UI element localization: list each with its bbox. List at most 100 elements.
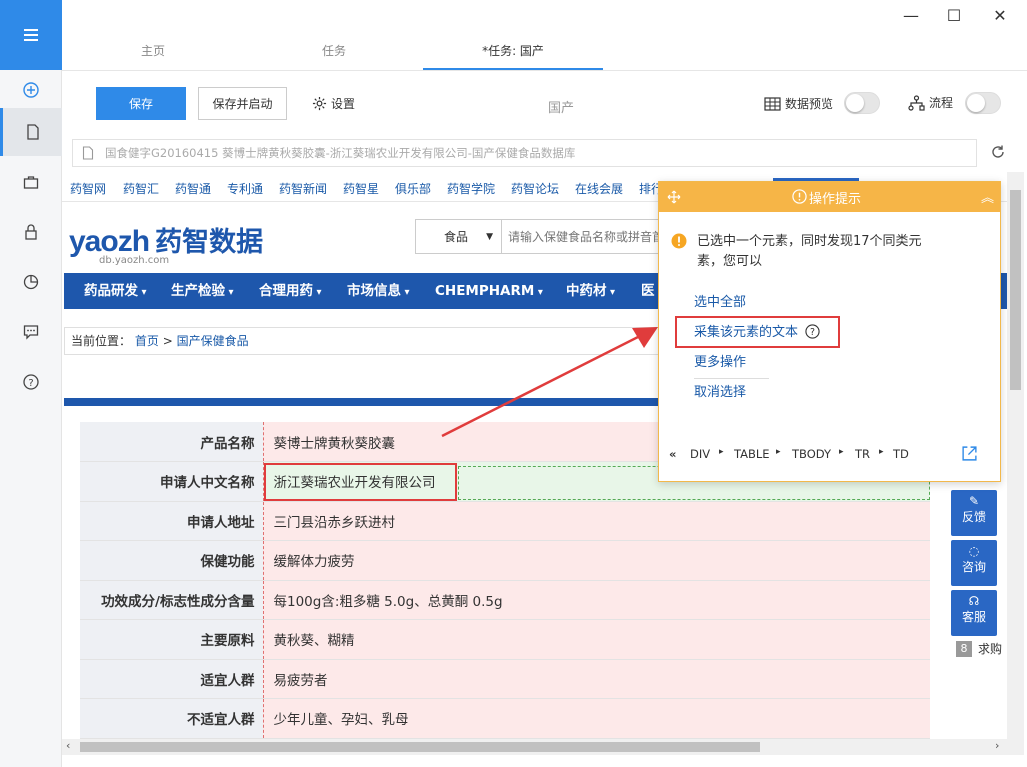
info-icon [792,189,807,204]
popup-title: 操作提示 [809,192,862,207]
lock-icon[interactable] [0,208,62,256]
path-node[interactable]: TABLE [734,447,770,461]
external-link-icon[interactable] [961,445,978,462]
consult-label: 咨询 [961,560,986,574]
search-input[interactable] [502,229,662,244]
top-link[interactable]: 药智汇 [123,180,159,197]
horizontal-scrollbar[interactable]: ‹ › [62,739,1007,755]
row-value[interactable]: 黄秋葵、糊精 [262,619,930,660]
task-name: 国产 [548,101,575,116]
nav-item[interactable]: CHEMPHARM [435,273,543,309]
message-icon[interactable] [0,308,62,356]
row-key: 功效成分/标志性成分含量 [80,580,263,620]
row-value[interactable]: 每100g含:粗多糖 5.0g、总黄酮 0.5g [262,580,930,620]
search-category-select[interactable]: 食品 ▼ [416,220,502,253]
tab-tasks[interactable]: 任务 [281,36,387,70]
row-value[interactable]: 缓解体力疲劳 [262,540,930,581]
row-key: 适宜人群 [80,659,263,699]
list-item-text: 求购 [978,642,1003,656]
tab-current-task[interactable]: *任务: 国产 [423,36,603,70]
tab-divider [62,70,1027,71]
vertical-scroll-thumb[interactable] [1010,190,1021,390]
row-key: 保健功能 [80,540,263,581]
save-and-start-button[interactable]: 保存并启动 [198,87,287,120]
flow-toggle[interactable] [965,92,1001,114]
top-link[interactable]: 专利通 [227,180,263,197]
row-value[interactable]: 三门县沿赤乡跃进村 [262,501,930,541]
feedback-button[interactable]: ✎ 反馈 [951,490,997,536]
breadcrumb-home[interactable]: 首页 [135,334,159,348]
breadcrumb-current[interactable]: 国产保健食品 [177,334,249,348]
list-item[interactable]: 8 求购 [956,640,1002,657]
headset-icon: ☊ [968,594,980,608]
settings-label: 设置 [331,97,356,111]
path-node[interactable]: DIV [690,447,710,461]
cancel-selection-link[interactable]: 取消选择 [694,381,746,400]
refresh-icon[interactable] [990,144,1006,164]
scroll-left-icon[interactable]: ‹ [66,739,70,752]
add-icon[interactable] [0,66,62,114]
top-link[interactable]: 药智学院 [447,180,495,197]
warning-icon [671,233,687,249]
popup-divider [694,378,769,379]
breadcrumb-prefix: 当前位置： [71,334,132,348]
move-icon[interactable] [667,190,681,204]
nav-item[interactable]: 生产检验 [171,273,234,309]
briefcase-icon[interactable] [0,158,62,206]
row-key: 不适宜人群 [80,698,263,739]
nav-item[interactable]: 药品研发 [84,273,147,309]
top-link[interactable]: 药智新闻 [279,180,327,197]
row-value[interactable]: 少年儿童、孕妇、乳母 [262,698,930,739]
select-all-link[interactable]: 选中全部 [694,291,746,310]
path-node[interactable]: TD [893,447,909,461]
url-input[interactable]: 国食健字G20160415 葵博士牌黄秋葵胶囊-浙江葵瑞农业开发有限公司-国产保… [72,139,977,167]
top-link[interactable]: 药智网 [70,180,106,197]
nav-item[interactable]: 合理用药 [259,273,322,309]
save-button[interactable]: 保存 [96,87,186,120]
collapse-icon[interactable]: ︽ [981,187,994,206]
table-row: 申请人地址 三门县沿赤乡跃进村 [80,501,930,541]
flow-label: 流程 [929,96,954,110]
selected-element-highlight [264,463,457,501]
vertical-scrollbar[interactable] [1007,172,1024,755]
document-icon[interactable] [0,108,62,156]
path-node[interactable]: TR [855,447,870,461]
top-link[interactable]: 药智通 [175,180,211,197]
nav-item[interactable]: 中药材 [566,273,615,309]
row-key: 产品名称 [80,422,263,462]
scroll-right-icon[interactable]: › [995,739,999,752]
top-link[interactable]: 俱乐部 [395,180,431,197]
edit-icon: ✎ [968,494,980,508]
settings-button[interactable]: 设置 [312,95,355,112]
site-logo[interactable]: yaozh 药智数据 db.yaozh.com [69,220,263,266]
data-preview-toggle[interactable] [844,92,880,114]
chevron-down-icon: ▼ [486,231,493,242]
rank-badge: 8 [956,640,972,657]
table-icon [764,96,781,111]
tab-home[interactable]: 主页 [100,36,206,70]
logo-cn-text: 药智数据 [155,227,264,258]
path-back-icon[interactable]: « [669,447,676,461]
row-value[interactable]: 易疲劳者 [262,659,930,699]
top-link[interactable]: 药智论坛 [511,180,559,197]
help-icon[interactable]: ? [0,358,62,406]
consult-button[interactable]: ◌ 咨询 [951,540,997,586]
popup-message: 已选中一个元素，同时发现17个同类元素，您可以 [697,234,922,269]
close-button[interactable]: ✕ [990,6,1010,26]
search-category-value: 食品 [444,230,469,244]
maximize-button[interactable]: ☐ [944,6,964,26]
more-actions-link[interactable]: 更多操作 [694,351,746,370]
service-button[interactable]: ☊ 客服 [951,590,997,636]
minimize-button[interactable]: — [901,6,921,26]
table-row: 主要原料 黄秋葵、糊精 [80,619,930,660]
svg-text:?: ? [28,378,33,389]
chart-icon[interactable] [0,258,62,306]
horizontal-scroll-thumb[interactable] [80,742,760,752]
top-link[interactable]: 在线会展 [575,180,623,197]
row-key: 申请人地址 [80,501,263,541]
table-row: 保健功能 缓解体力疲劳 [80,540,930,581]
menu-icon[interactable] [0,0,62,70]
nav-item[interactable]: 市场信息 [347,273,410,309]
top-link[interactable]: 药智星 [343,180,379,197]
path-node[interactable]: TBODY [792,447,831,461]
